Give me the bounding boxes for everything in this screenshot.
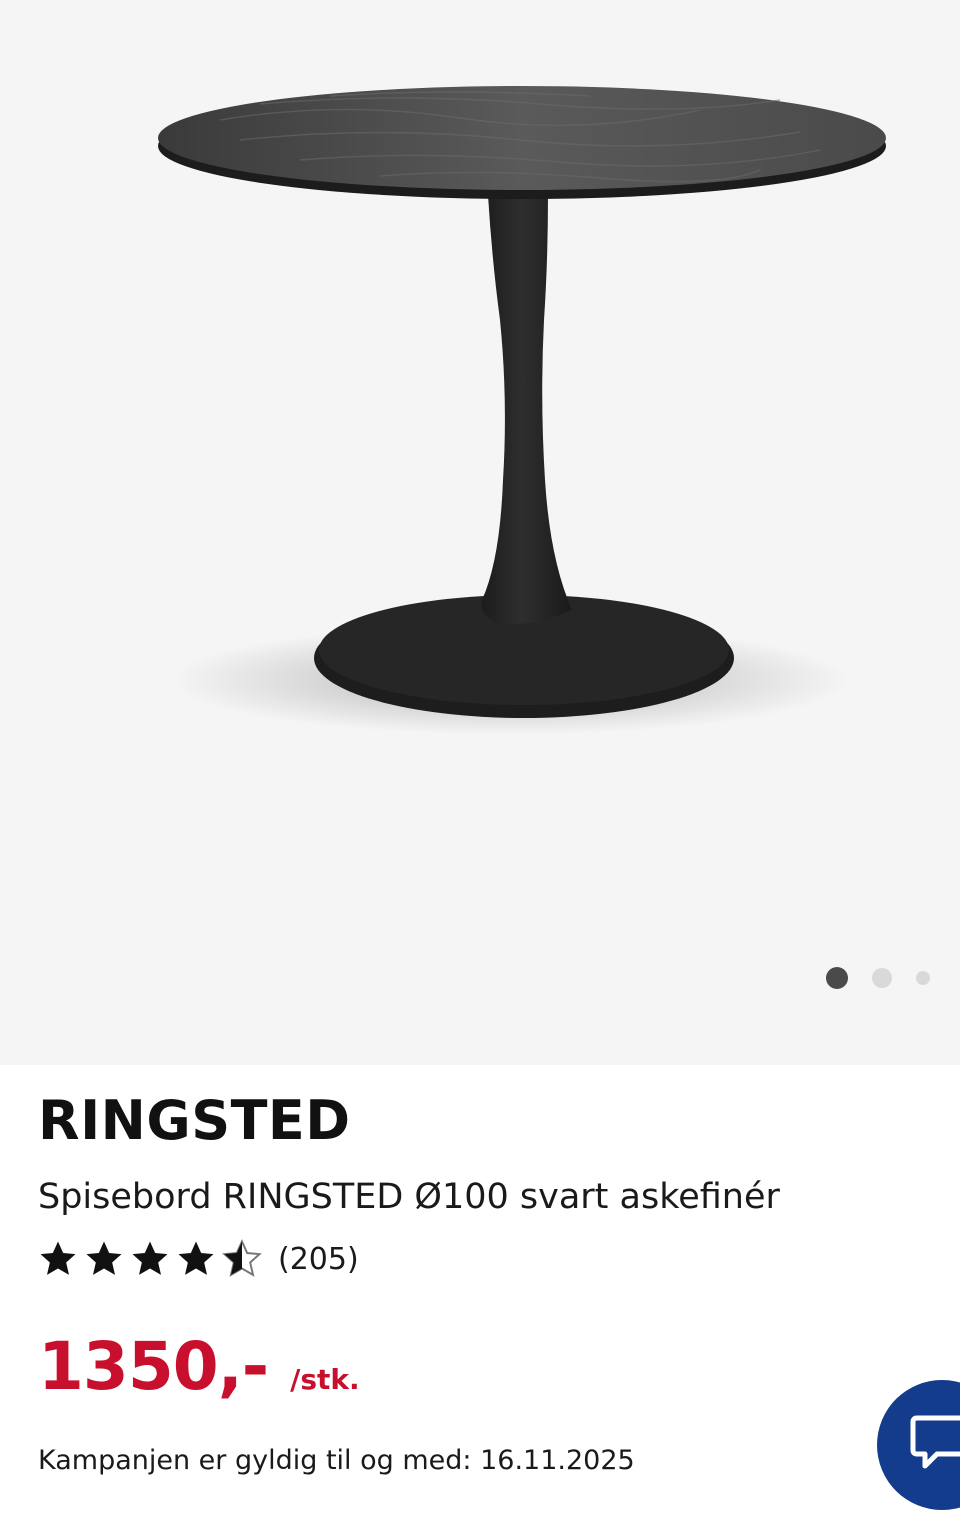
product-brand: RINGSTED [38, 1089, 351, 1152]
price-unit: /stk. [290, 1363, 360, 1396]
chat-bubble-icon [910, 1415, 960, 1469]
product-info: RINGSTED Spisebord RINGSTED Ø100 svart a… [0, 1065, 960, 1524]
star-full-icon [132, 1241, 168, 1275]
product-image-gallery[interactable] [0, 0, 960, 1065]
star-half-icon [222, 1239, 262, 1277]
campaign-validity: Kampanjen er gyldig til og med: 16.11.20… [38, 1445, 635, 1476]
product-page: RINGSTED Spisebord RINGSTED Ø100 svart a… [0, 0, 960, 1524]
gallery-dot-2[interactable] [872, 968, 892, 988]
price-row: 1350,- /stk. [38, 1327, 360, 1407]
star-full-icon [178, 1241, 214, 1275]
gallery-pagination [826, 967, 930, 989]
product-title: Spisebord RINGSTED Ø100 svart askefinér [38, 1177, 780, 1217]
rating-stars [38, 1239, 268, 1279]
gallery-dot-1[interactable] [826, 967, 848, 989]
star-full-icon [40, 1241, 76, 1275]
product-rating[interactable]: (205) [38, 1239, 359, 1279]
product-image [158, 86, 886, 735]
review-count: (205) [278, 1241, 359, 1277]
star-full-icon [86, 1241, 122, 1275]
gallery-dot-3[interactable] [916, 971, 930, 985]
product-price: 1350,- [38, 1328, 269, 1405]
